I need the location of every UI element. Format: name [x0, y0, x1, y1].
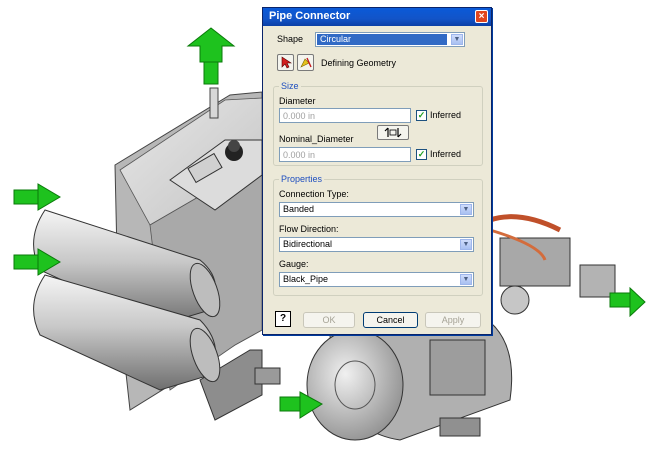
pump-assembly: [489, 214, 616, 315]
size-header: Size: [279, 81, 301, 91]
geometry-pick-icon: [300, 57, 312, 68]
connector-arrow-icon[interactable]: [13, 183, 61, 211]
gauge-select[interactable]: Black_Pipe ▼: [279, 272, 474, 287]
properties-header: Properties: [279, 174, 325, 184]
shape-value: Circular: [317, 34, 447, 45]
gauge-value: Black_Pipe: [283, 274, 329, 284]
connection-type-select[interactable]: Banded ▼: [279, 202, 474, 217]
swap-icon: [384, 127, 402, 138]
cancel-button[interactable]: Cancel: [363, 312, 418, 328]
defining-geometry-button[interactable]: [297, 54, 314, 71]
gauge-label: Gauge:: [279, 259, 309, 269]
flow-direction-select[interactable]: Bidirectional ▼: [279, 237, 474, 252]
chevron-down-icon[interactable]: ▼: [460, 239, 472, 250]
pipe-connector-dialog: Pipe Connector × Shape Circular ▼ Defini…: [262, 7, 492, 335]
connection-type-label: Connection Type:: [279, 189, 349, 199]
flow-direction-value: Bidirectional: [283, 239, 333, 249]
close-icon: ×: [478, 11, 485, 22]
nominal-inferred-label: Inferred: [430, 149, 462, 159]
shape-label: Shape: [277, 34, 304, 44]
nominal-diameter-label: Nominal_Diameter: [279, 134, 354, 144]
nominal-diameter-field[interactable]: 0.000 in: [279, 147, 411, 162]
dialog-title: Pipe Connector: [269, 10, 351, 22]
select-cursor-icon: [281, 56, 292, 69]
connector-arrow-icon[interactable]: [186, 27, 236, 85]
flow-direction-label: Flow Direction:: [279, 224, 339, 234]
chevron-down-icon[interactable]: ▼: [451, 34, 463, 45]
diameter-inferred-label: Inferred: [430, 110, 462, 120]
select-button[interactable]: [277, 54, 294, 71]
nominal-inferred-checkbox[interactable]: ✓: [416, 149, 427, 160]
help-button[interactable]: ?: [275, 311, 291, 327]
ok-button[interactable]: OK: [303, 312, 355, 328]
diameter-value: 0.000 in: [283, 111, 316, 121]
close-button[interactable]: ×: [475, 10, 488, 23]
shape-select[interactable]: Circular ▼: [315, 32, 465, 47]
chevron-down-icon[interactable]: ▼: [460, 274, 472, 285]
swap-button[interactable]: [377, 125, 409, 140]
diameter-field[interactable]: 0.000 in: [279, 108, 411, 123]
dialog-title-bar[interactable]: Pipe Connector ×: [263, 8, 491, 26]
diameter-inferred-checkbox[interactable]: ✓: [416, 110, 427, 121]
defining-geometry-label: Defining Geometry: [321, 58, 397, 68]
help-icon: ?: [279, 313, 287, 324]
nominal-diameter-value: 0.000 in: [283, 150, 316, 160]
diameter-label: Diameter: [279, 96, 316, 106]
apply-button[interactable]: Apply: [425, 312, 481, 328]
connection-type-value: Banded: [283, 204, 315, 214]
chevron-down-icon[interactable]: ▼: [460, 204, 472, 215]
